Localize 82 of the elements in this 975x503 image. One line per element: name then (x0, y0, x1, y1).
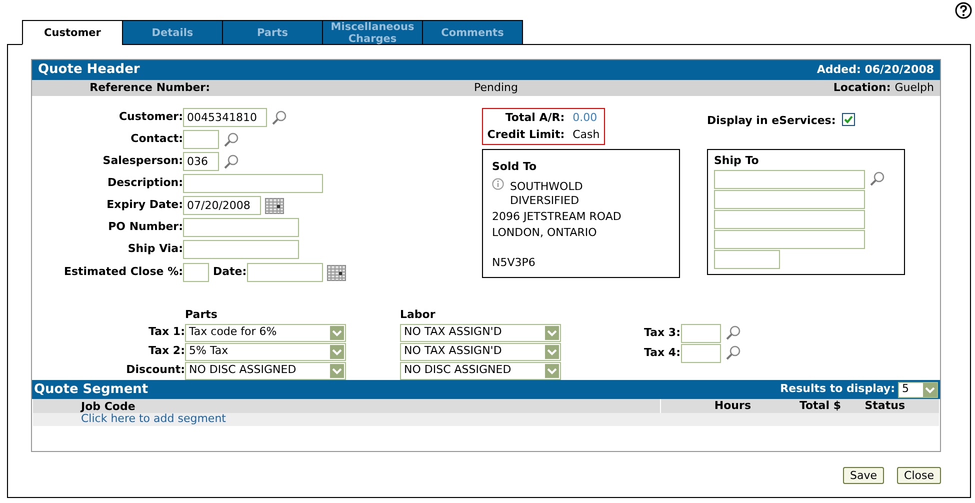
field-label: Ship Via: (126, 241, 183, 258)
dropdown[interactable]: NO TAX ASSIGN'D (400, 342, 561, 360)
dropdown[interactable]: 5% Tax (185, 342, 346, 360)
search-icon[interactable] (724, 345, 740, 361)
help-icon[interactable] (955, 2, 972, 19)
field-label: Salesperson: (102, 153, 183, 170)
field-label: Tax 2: (148, 343, 185, 360)
field-label: Discount: (125, 362, 185, 378)
address-line: 2096 JETSTREAM ROAD (492, 210, 622, 224)
reference-value: Pending (474, 80, 519, 96)
action-button[interactable]: Close (897, 467, 941, 484)
sold-to-title: Sold To (492, 159, 538, 175)
field-label: Expiry Date: (106, 197, 183, 214)
postal-code: N5V3P6 (492, 256, 536, 270)
location-label: Location: (833, 80, 891, 96)
tab[interactable]: Customer (22, 20, 123, 45)
field-label: Description: (106, 175, 183, 192)
field-label: Tax 3: (644, 324, 680, 341)
column-header: Total $ (798, 398, 841, 414)
address-line: LONDON, ONTARIO (492, 226, 597, 240)
input-field[interactable] (714, 230, 865, 248)
chevron-down-icon (330, 344, 344, 358)
column-heading: Parts (185, 306, 218, 322)
field-label: Date: (213, 264, 247, 280)
field-label: Contact: (130, 131, 183, 148)
column-header: Hours (713, 398, 751, 414)
input-field[interactable]: 07/20/2008 (183, 196, 261, 215)
address-line: SOUTHWOLD DIVERSIFIED (510, 180, 584, 208)
input-field[interactable]: 036 (183, 152, 219, 171)
input-field[interactable] (714, 170, 865, 188)
field-label: Estimated Close %: (62, 264, 183, 280)
input-field[interactable] (246, 263, 323, 282)
search-icon[interactable] (223, 154, 239, 170)
ship-to-title: Ship To (714, 153, 760, 169)
credit-limit-label: Credit Limit: (486, 126, 565, 142)
checkbox[interactable] (842, 113, 855, 126)
input-field[interactable] (183, 174, 323, 193)
input-field[interactable] (714, 190, 865, 208)
dropdown[interactable]: NO DISC ASSIGNED (185, 362, 346, 380)
input-field[interactable] (680, 344, 720, 362)
input-field[interactable] (183, 263, 209, 282)
search-icon[interactable] (223, 132, 239, 148)
reference-label: Reference Number: (88, 80, 210, 96)
search-icon[interactable] (724, 325, 740, 341)
input-field[interactable] (183, 130, 219, 149)
calendar-icon[interactable] (265, 198, 284, 214)
input-field[interactable]: 0045341810 (183, 108, 267, 127)
dropdown[interactable]: Tax code for 6% (185, 324, 346, 342)
chevron-down-icon (923, 382, 937, 396)
search-icon[interactable] (869, 171, 885, 187)
total-ar-value: 0.00 (572, 110, 598, 126)
eservices-label: Display in eServices: (707, 113, 836, 129)
credit-limit-value: Cash (572, 126, 601, 142)
results-label: Results to display: (780, 381, 895, 398)
action-button[interactable]: Save (843, 467, 884, 484)
field-label: Tax 1: (148, 324, 185, 340)
search-icon[interactable] (271, 110, 287, 126)
input-field[interactable] (183, 218, 299, 237)
field-label: Tax 4: (644, 344, 680, 361)
input-field[interactable] (714, 210, 865, 228)
chevron-down-icon (545, 326, 559, 340)
chevron-down-icon (545, 364, 559, 378)
chevron-down-icon (330, 364, 344, 378)
dropdown[interactable]: NO DISC ASSIGNED (400, 362, 561, 380)
dropdown[interactable]: NO TAX ASSIGN'D (400, 324, 561, 342)
chevron-down-icon (330, 326, 344, 340)
added-date: Added: 06/20/2008 (816, 62, 934, 78)
section-title: Quote Segment (34, 380, 148, 399)
calendar-icon[interactable] (326, 264, 346, 280)
total-ar-label: Total A/R: (504, 110, 565, 126)
field-label: Customer: (118, 109, 183, 126)
location-value: Guelph (894, 80, 934, 96)
input-field[interactable] (183, 240, 299, 259)
section-title: Quote Header (38, 61, 140, 80)
info-icon[interactable] (492, 178, 504, 190)
input-field[interactable] (680, 324, 720, 342)
field-label: PO Number: (107, 219, 183, 236)
chevron-down-icon (545, 344, 559, 358)
input-field[interactable] (714, 250, 780, 268)
column-heading: Labor (400, 306, 436, 322)
results-dropdown[interactable]: 5 (898, 382, 938, 398)
column-header: Status (864, 398, 905, 414)
